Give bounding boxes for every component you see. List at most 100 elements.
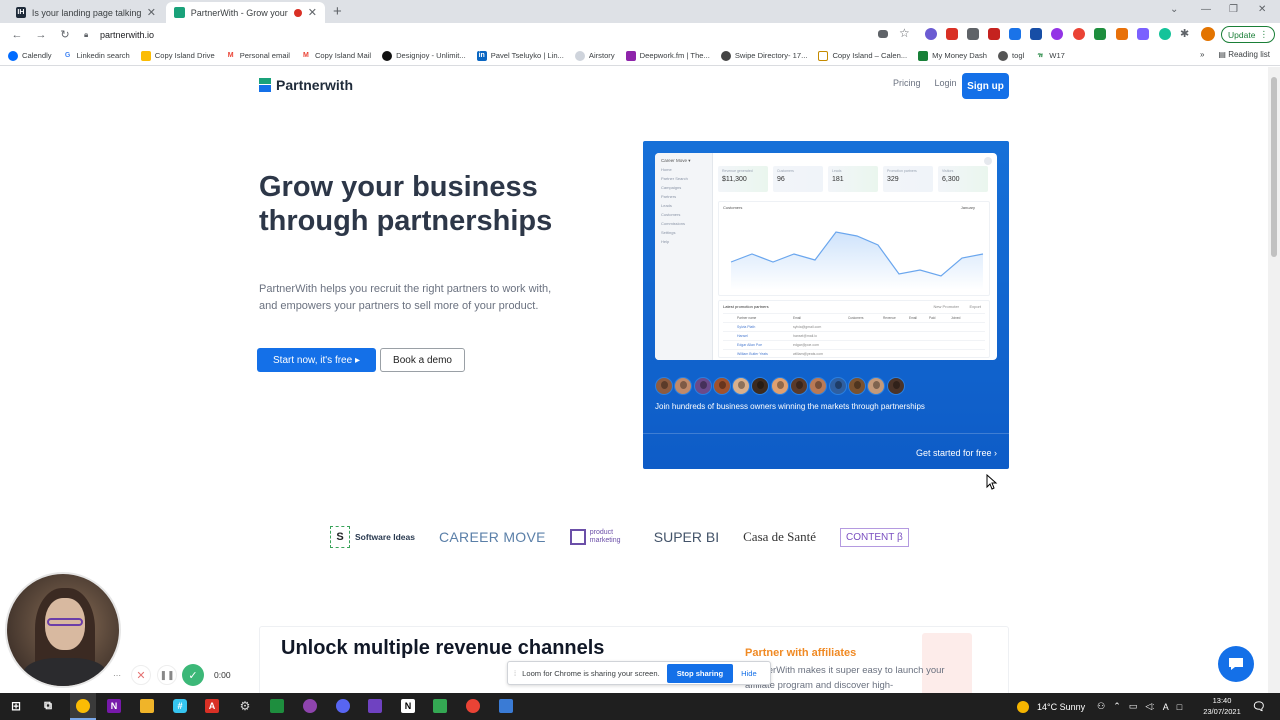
calculator-icon[interactable] xyxy=(270,699,284,713)
loom-cancel-icon[interactable]: ✕ xyxy=(131,665,151,685)
file-explorer-icon[interactable] xyxy=(140,699,154,713)
reload-icon[interactable]: ↻ xyxy=(58,28,72,41)
tab-search-icon[interactable]: ⌄ xyxy=(1170,4,1178,15)
photos-icon[interactable] xyxy=(499,699,513,713)
weather-text[interactable]: 14°C Sunny xyxy=(1037,702,1085,712)
chat-widget-button[interactable] xyxy=(1218,646,1254,682)
windows-start-icon[interactable]: ⊞ xyxy=(9,699,23,713)
bookmark-personal-email[interactable]: M Personal email xyxy=(226,51,290,61)
volume-icon[interactable]: ◁ː xyxy=(1145,701,1154,712)
bookmark-togl[interactable]: togl xyxy=(998,50,1024,61)
restore-icon[interactable]: ❐ xyxy=(1229,4,1238,15)
task-view-icon[interactable]: ⧉ xyxy=(41,699,55,713)
network-icon[interactable]: ▭ xyxy=(1129,701,1138,712)
bookmark-pavel[interactable]: in Pavel Tseluyko | Lin... xyxy=(476,50,564,61)
bookmark-w17[interactable]: ዝ W17 xyxy=(1035,51,1065,61)
address-bar[interactable]: 🔒︎ partnerwith.io xyxy=(84,30,944,40)
bookmark-copy-island-drive[interactable]: Copy Island Drive xyxy=(140,50,215,61)
start-free-button[interactable]: Start now, it's free ▸ xyxy=(257,348,376,372)
more-bookmarks-icon[interactable]: » xyxy=(1200,50,1204,59)
bookmark-calendly[interactable]: Calendly xyxy=(8,50,52,61)
youtube-music-icon[interactable] xyxy=(466,699,480,713)
notion-icon[interactable]: N xyxy=(401,699,415,713)
book-demo-button[interactable]: Book a demo xyxy=(380,348,465,372)
partner-avatar xyxy=(751,377,770,395)
signup-button[interactable]: Sign up xyxy=(962,73,1009,99)
bookmark-deepwork[interactable]: Deepwork.fm | The... xyxy=(625,50,710,61)
extension-1-icon[interactable] xyxy=(925,28,937,40)
ime-icon[interactable]: A xyxy=(1163,702,1169,712)
podcast-icon[interactable] xyxy=(303,699,317,713)
onenote-icon[interactable]: N xyxy=(107,699,121,713)
bookmark-my-money-dash[interactable]: My Money Dash xyxy=(918,50,987,61)
app-diamond-icon[interactable] xyxy=(368,699,382,713)
extension-4-icon[interactable] xyxy=(988,28,1000,40)
reading-list-button[interactable]: » ▤ Reading list xyxy=(1200,50,1270,59)
chrome-icon[interactable] xyxy=(76,699,90,713)
bookmark-copy-island-mail[interactable]: M Copy Island Mail xyxy=(301,51,371,61)
loom-webcam-bubble[interactable] xyxy=(5,572,121,688)
bookmark-copy-island-calendar[interactable]: Copy Island – Calen... xyxy=(818,50,907,61)
new-promoter-button[interactable]: New Promoter xyxy=(933,304,959,309)
action-center-icon[interactable]: □ xyxy=(1177,702,1182,712)
google-drive-icon[interactable] xyxy=(433,699,447,713)
extension-3-icon[interactable] xyxy=(967,28,979,40)
extension-10-icon[interactable] xyxy=(1116,28,1128,40)
scrollbar-thumb[interactable] xyxy=(1271,77,1277,257)
bookmark-designjoy[interactable]: Designjoy - Unlimit... xyxy=(382,50,466,61)
loom-finish-icon[interactable]: ✓ xyxy=(182,664,204,686)
notifications-icon[interactable]: 🗨︎ xyxy=(1252,699,1266,713)
discord-icon[interactable] xyxy=(336,699,350,713)
close-window-icon[interactable]: ✕ xyxy=(1258,4,1266,15)
loom-more-icon[interactable]: ⋯ xyxy=(111,669,123,681)
bookmark-linkedin-search[interactable]: G Linkedin search xyxy=(63,51,130,61)
forward-icon[interactable]: → xyxy=(34,29,48,41)
show-hidden-icons[interactable]: ⌃ xyxy=(1113,701,1121,712)
tab-partnerwith[interactable]: PartnerWith - Grow your bu ✕ xyxy=(166,2,325,23)
profile-avatar[interactable] xyxy=(1201,27,1215,41)
page-scrollbar[interactable] xyxy=(1268,67,1280,693)
update-button[interactable]: Update ⋮ xyxy=(1221,26,1275,43)
weather-sun-icon[interactable] xyxy=(1017,700,1029,713)
partner-name[interactable]: Sylvia Plath xyxy=(737,325,755,329)
extension-2-icon[interactable] xyxy=(946,28,958,40)
bookmark-airstory[interactable]: Airstory xyxy=(574,50,615,61)
close-tab-icon[interactable]: ✕ xyxy=(308,6,317,19)
partnerwith-logo[interactable]: Partnerwith xyxy=(259,77,353,93)
settings-gear-icon[interactable]: ⚙ xyxy=(238,699,252,713)
get-started-link[interactable]: Get started for free › xyxy=(916,448,997,458)
hide-button[interactable]: Hide xyxy=(741,669,757,678)
bookmark-star-icon[interactable]: ☆ xyxy=(899,26,911,40)
drag-handle-icon[interactable]: ⁞ xyxy=(514,669,516,678)
google-icon: G xyxy=(64,52,71,59)
dashboard-menu-item: Settings xyxy=(661,230,676,235)
extension-11-icon[interactable] xyxy=(1137,28,1149,40)
back-icon[interactable]: ← xyxy=(10,29,24,41)
extension-6-icon[interactable] xyxy=(1030,28,1042,40)
extension-7-icon[interactable] xyxy=(1051,28,1063,40)
minimize-icon[interactable]: — xyxy=(1201,4,1211,15)
extension-9-icon[interactable] xyxy=(1094,28,1106,40)
close-tab-icon[interactable]: ✕ xyxy=(147,6,156,19)
extension-5-icon[interactable] xyxy=(1009,28,1021,40)
partners-table: Latest promotion partners New Promoter E… xyxy=(718,300,990,358)
new-tab-button[interactable]: + xyxy=(333,3,342,20)
slack-icon[interactable]: # xyxy=(173,699,187,713)
adblock-icon[interactable] xyxy=(1073,28,1085,40)
acrobat-icon[interactable]: A xyxy=(205,699,219,713)
stop-sharing-button[interactable]: Stop sharing xyxy=(666,663,734,683)
taskbar-clock[interactable]: 13:40 23/07/2021 xyxy=(1199,695,1245,717)
tab-indiehackers[interactable]: IH Is your landing page talking to th ✕ xyxy=(8,2,164,23)
partner-name[interactable]: Hansel xyxy=(737,334,748,338)
partner-name[interactable]: William Butler Yeats xyxy=(737,352,768,356)
grammarly-icon[interactable] xyxy=(1159,28,1171,40)
export-button[interactable]: Export xyxy=(969,304,981,309)
loom-pause-icon[interactable]: ❚❚ xyxy=(157,665,177,685)
people-icon[interactable]: ⚇ xyxy=(1097,701,1105,712)
bookmark-swipe-directory[interactable]: Swipe Directory- 17... xyxy=(720,50,807,61)
extensions-puzzle-icon[interactable]: ✱ xyxy=(1180,27,1192,40)
nav-login[interactable]: Login xyxy=(935,78,957,88)
partner-name[interactable]: Edgar Allan Poe xyxy=(737,343,762,347)
nav-pricing[interactable]: Pricing xyxy=(893,78,921,88)
camera-icon[interactable] xyxy=(878,30,888,38)
